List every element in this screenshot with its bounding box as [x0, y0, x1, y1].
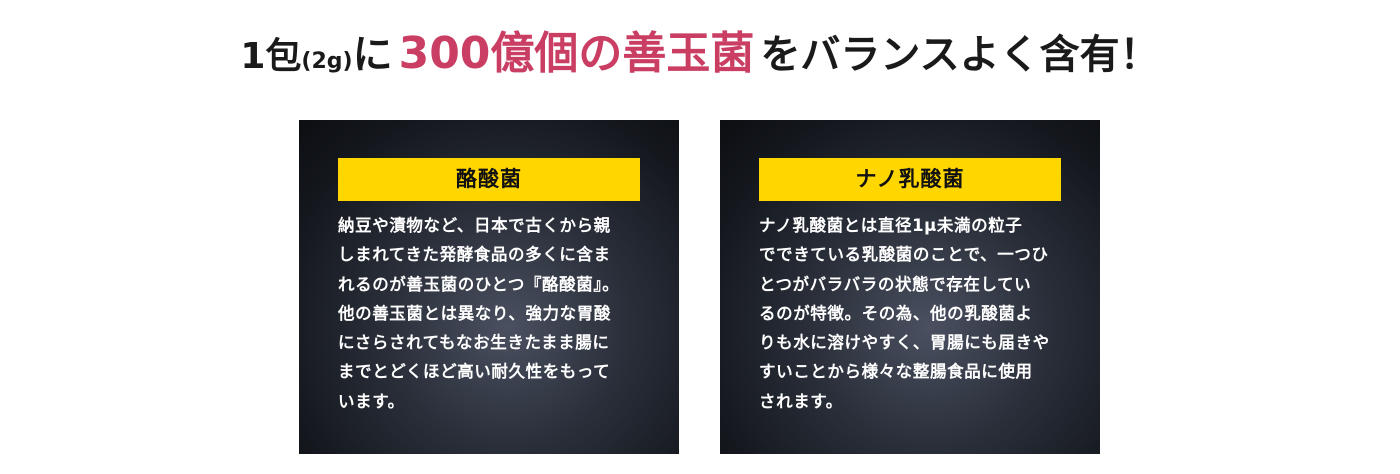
description-line: でできている乳酸菌のことで、一つひ	[759, 245, 1049, 265]
card-description: 納豆や漬物など、日本で古くから親 しまれてきた発酵食品の多くに含ま れるのが善玉…	[338, 211, 648, 416]
headline-tail: をバランスよく含有！	[760, 32, 1160, 78]
card-nano-lactic-acid-bacteria: ナノ乳酸菌 ナノ乳酸菌とは直径1μ未満の粒子 でできている乳酸菌のことで、一つひ…	[720, 120, 1100, 454]
description-line: にさらされてもなお生きたまま腸に	[338, 333, 610, 353]
headline-weight: (2g)	[301, 49, 353, 74]
description-line: までとどくほど高い耐久性をもって	[338, 362, 611, 382]
headline-accent: 300億個の善玉菌	[398, 28, 755, 79]
headline-dose: 1包	[240, 36, 302, 77]
card-butyric-acid-bacteria: 酪酸菌 納豆や漬物など、日本で古くから親 しまれてきた発酵食品の多くに含ま れる…	[299, 120, 679, 454]
description-line: れるのが善玉菌のひとつ『酪酸菌』。	[338, 274, 620, 294]
description-line: しまれてきた発酵食品の多くに含ま	[338, 245, 611, 265]
card-title: 酪酸菌	[338, 158, 640, 201]
description-line: すいことから様々な整腸食品に使用	[759, 362, 1033, 382]
card-description: ナノ乳酸菌とは直径1μ未満の粒子 でできている乳酸菌のことで、一つひ とつがバラ…	[759, 211, 1069, 416]
description-line: います。	[338, 391, 405, 411]
description-line: りも水に溶けやすく、胃腸にも届きや	[759, 333, 1050, 353]
description-line: るのが特徴。その為、他の乳酸菌よ	[759, 303, 1033, 323]
description-line: ナノ乳酸菌とは直径1μ未満の粒子	[759, 216, 1023, 235]
headline: 1包(2g)に 300億個の善玉菌 をバランスよく含有！	[0, 24, 1400, 93]
headline-particle: に	[352, 32, 393, 78]
description-line: されます。	[759, 391, 843, 411]
description-line: とつがバラバラの状態で存在してい	[759, 274, 1032, 294]
description-line: 納豆や漬物など、日本で古くから親	[338, 216, 611, 235]
card-title: ナノ乳酸菌	[759, 158, 1061, 201]
description-line: 他の善玉菌とは異なり、強力な胃酸	[338, 303, 611, 323]
